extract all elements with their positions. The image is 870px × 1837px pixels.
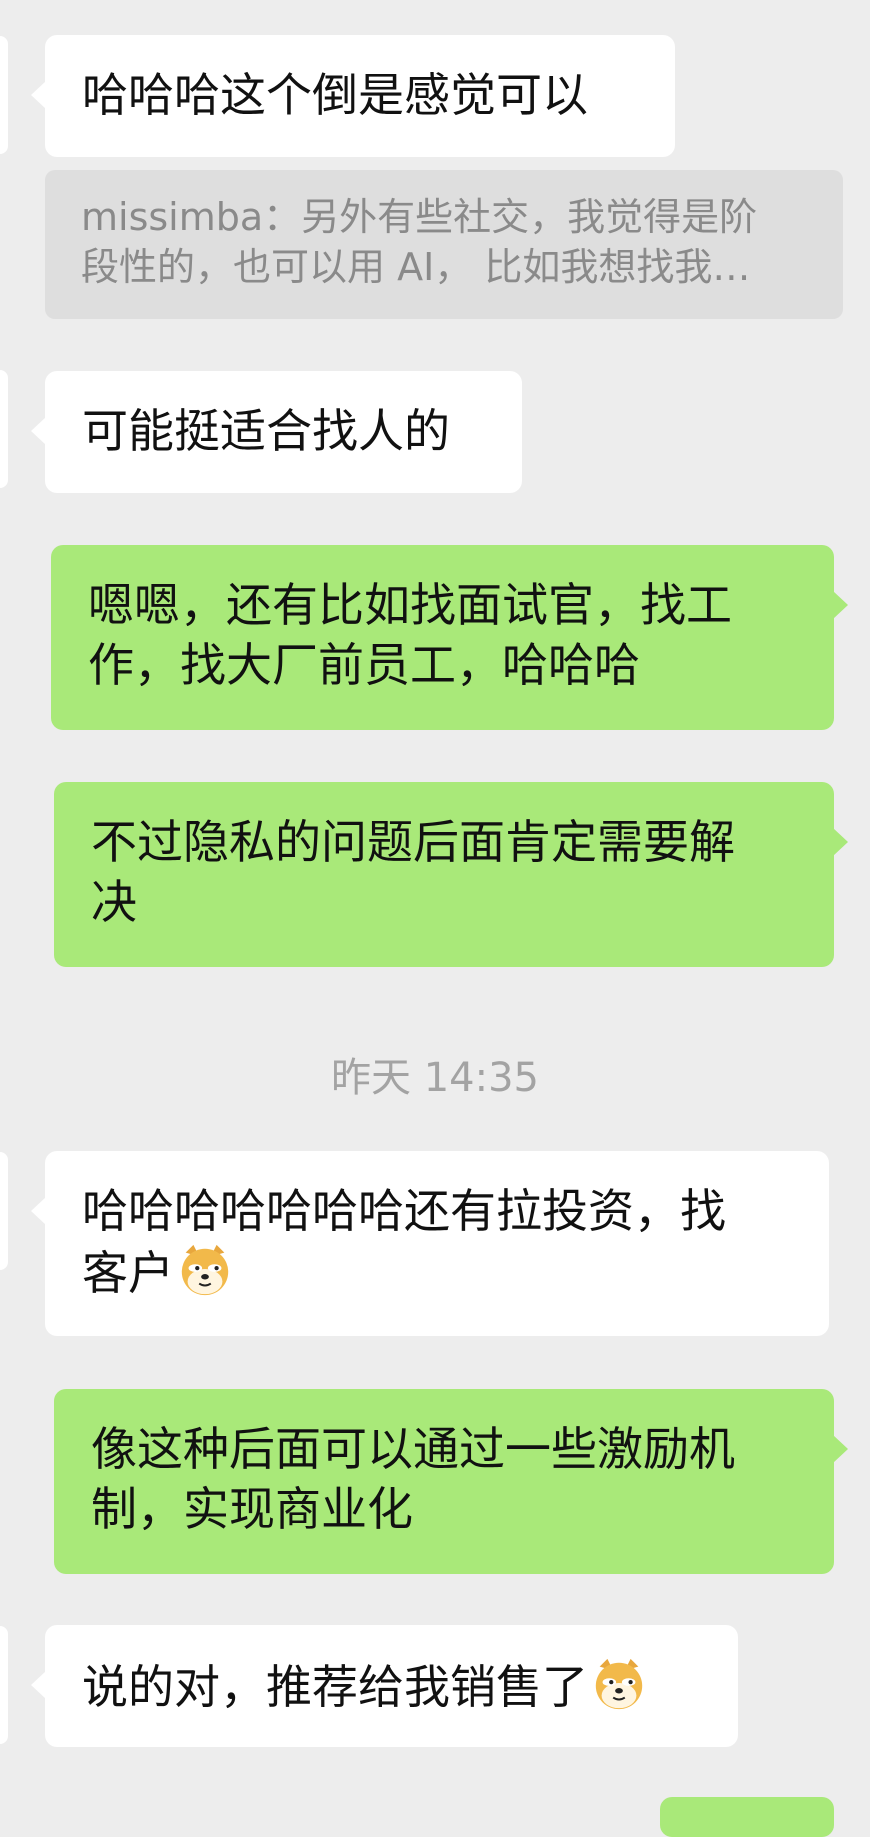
- message-line: 哈哈哈哈哈哈哈还有拉投资，找: [82, 1184, 726, 1238]
- incoming-message-bubble[interactable]: 可能挺适合找人的: [31, 371, 522, 493]
- timestamp-text: 昨天 14:35: [331, 1055, 539, 1101]
- doge-emoji-icon: [595, 1658, 643, 1710]
- incoming-message-bubble[interactable]: 哈哈哈哈哈哈哈还有拉投资，找 客户: [31, 1151, 829, 1336]
- message-line: 嗯嗯，还有比如找面试官，找工: [88, 578, 732, 632]
- message-line: 客户: [82, 1246, 174, 1300]
- outgoing-message-bubble-partial[interactable]: [660, 1797, 834, 1837]
- incoming-message-bubble[interactable]: 哈哈哈这个倒是感觉可以: [31, 35, 675, 157]
- message-line: 决: [91, 875, 137, 929]
- quote-line: 段性的，也可以用 AI， 比如我想找我…: [81, 245, 751, 289]
- quoted-message[interactable]: missimba：另外有些社交，我觉得是阶 段性的，也可以用 AI， 比如我想找…: [45, 170, 843, 319]
- message-text: 可能挺适合找人的: [82, 404, 450, 458]
- outgoing-message-bubble[interactable]: 像这种后面可以通过一些激励机 制，实现商业化: [54, 1389, 848, 1574]
- outgoing-message-bubble[interactable]: 不过隐私的问题后面肯定需要解 决: [54, 782, 848, 967]
- outgoing-message-bubble[interactable]: 嗯嗯，还有比如找面试官，找工 作，找大厂前员工，哈哈哈: [51, 545, 848, 730]
- message-text: 哈哈哈这个倒是感觉可以: [82, 68, 588, 122]
- message-line: 像这种后面可以通过一些激励机: [91, 1422, 735, 1476]
- message-line: 制，实现商业化: [91, 1482, 413, 1536]
- avatar[interactable]: [0, 1152, 8, 1270]
- avatar[interactable]: [0, 36, 8, 154]
- quote-line: missimba：另外有些社交，我觉得是阶: [81, 195, 758, 239]
- incoming-message-bubble[interactable]: 说的对，推荐给我销售了: [31, 1625, 738, 1747]
- avatar[interactable]: [0, 1626, 8, 1744]
- message-line: 不过隐私的问题后面肯定需要解: [91, 815, 735, 869]
- doge-emoji-icon: [181, 1244, 229, 1296]
- message-line: 作，找大厂前员工，哈哈哈: [88, 638, 640, 692]
- timestamp: 昨天 14:35: [0, 1045, 870, 1103]
- avatar[interactable]: [0, 370, 8, 488]
- message-text: 说的对，推荐给我销售了: [82, 1660, 588, 1714]
